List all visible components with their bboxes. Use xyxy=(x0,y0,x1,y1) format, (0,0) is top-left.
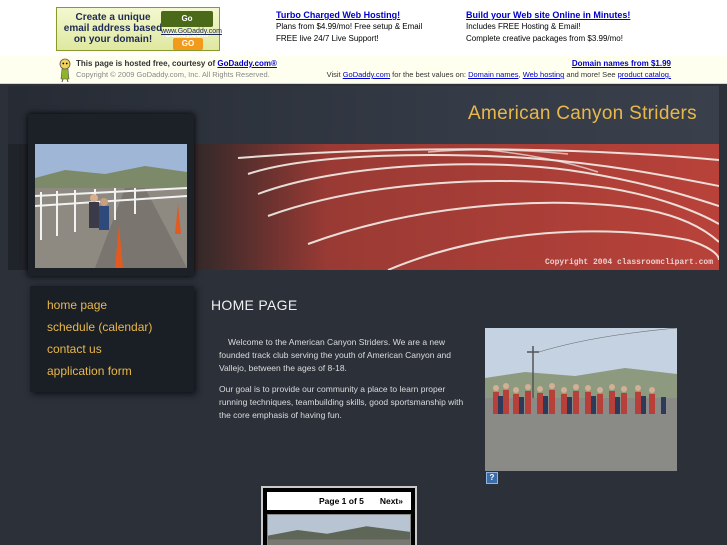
ad-box-text: Create a unique email address based on y… xyxy=(63,12,163,45)
team-group-photo xyxy=(485,328,677,471)
godaddy-link[interactable]: GoDaddy.com xyxy=(343,70,390,79)
web-hosting-link[interactable]: Web hosting xyxy=(523,70,565,79)
slideshow-next-button[interactable]: Next» xyxy=(380,492,403,510)
slideshow-controls: Page 1 of 5 Next» xyxy=(267,492,411,510)
build-website-link[interactable]: Build your Web site Online in Minutes! xyxy=(466,9,630,21)
page-title: HOME PAGE xyxy=(211,297,298,313)
ad-builder-line2: Complete creative packages from $3.99/mo… xyxy=(466,34,623,43)
welcome-paragraph: Welcome to the American Canyon Striders.… xyxy=(219,337,452,373)
ad-builder-line1: Includes FREE Hosting & Email! xyxy=(466,22,581,31)
main-nav: home page schedule (calendar) contact us… xyxy=(30,286,194,392)
godaddy-courtesy-link[interactable]: GoDaddy.com® xyxy=(217,59,277,68)
turbo-hosting-link[interactable]: Turbo Charged Web Hosting! xyxy=(276,9,422,21)
nav-schedule[interactable]: schedule (calendar) xyxy=(30,316,194,338)
ad-hosting-line1: Plans from $4.99/mo! Free setup & Email xyxy=(276,22,423,31)
hosted-free-notice: This page is hosted free, courtesy of Go… xyxy=(76,59,277,69)
slideshow-image[interactable] xyxy=(267,514,411,545)
ad-banner: Create a unique email address based on y… xyxy=(0,0,727,56)
site-title: American Canyon Striders xyxy=(468,103,697,124)
header-photo-frame xyxy=(28,114,194,276)
visit-mid: for the best values on: xyxy=(390,70,469,79)
go-button[interactable]: GO xyxy=(173,38,203,50)
visit-and: and more! See xyxy=(564,70,618,79)
visit-godaddy-line: Visit GoDaddy.com for the best values on… xyxy=(327,70,671,80)
nav-home-page[interactable]: home page xyxy=(30,294,194,316)
ad-column-builder: Build your Web site Online in Minutes! I… xyxy=(466,9,630,45)
domain-names-inline-link[interactable]: Domain names xyxy=(468,70,518,79)
banner-copyright: Copyright 2004 classroomclipart.com xyxy=(544,258,713,267)
godaddy-mascot-icon xyxy=(59,58,71,82)
nav-application-form[interactable]: application form xyxy=(30,360,194,382)
godaddy-logo-icon: Go Daddy.com xyxy=(161,11,213,39)
domain-names-link[interactable]: Domain names from $1.99 xyxy=(572,59,671,69)
help-icon[interactable]: ? xyxy=(486,472,498,484)
visit-prefix: Visit xyxy=(326,70,343,79)
ad-hosting-line2: FREE live 24/7 Live Support! xyxy=(276,34,379,43)
hosting-notice-strip: This page is hosted free, courtesy of Go… xyxy=(0,56,727,84)
ad-box-url: www.GoDaddy.com xyxy=(161,28,222,35)
runners-photo xyxy=(35,144,187,268)
hosted-prefix: This page is hosted free, courtesy of xyxy=(76,59,218,68)
godaddy-ad-box[interactable]: Create a unique email address based on y… xyxy=(56,7,222,51)
product-catalog-link[interactable]: product catalog. xyxy=(618,70,671,79)
photo-slideshow: Page 1 of 5 Next» xyxy=(261,486,417,545)
goal-paragraph: Our goal is to provide our community a p… xyxy=(219,384,464,420)
slideshow-page-indicator: Page 1 of 5 xyxy=(319,496,364,506)
ad-column-hosting: Turbo Charged Web Hosting! Plans from $4… xyxy=(276,9,422,45)
nav-contact-us[interactable]: contact us xyxy=(30,338,194,360)
site-container: American Canyon Striders Copyright 2004 … xyxy=(8,86,719,545)
copyright-text: Copyright © 2009 GoDaddy.com, Inc. All R… xyxy=(76,70,270,79)
